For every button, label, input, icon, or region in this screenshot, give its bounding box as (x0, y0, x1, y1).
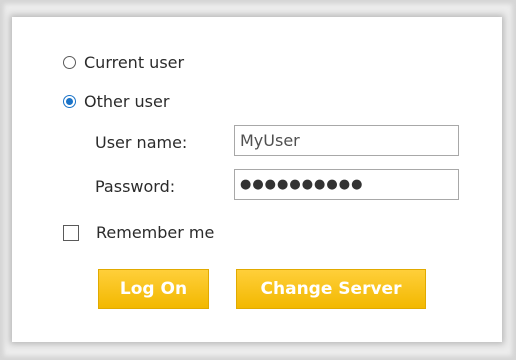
username-row: User name: (95, 133, 187, 152)
username-input[interactable]: MyUser (234, 125, 459, 156)
password-input[interactable]: ●●●●●●●●●● (234, 169, 459, 200)
other-user-radio[interactable] (63, 95, 76, 108)
login-screen: Current user Other user User name: MyUse… (0, 0, 516, 360)
log-on-button[interactable]: Log On (98, 269, 209, 309)
password-value: ●●●●●●●●●● (240, 177, 364, 192)
current-user-option[interactable]: Current user (63, 53, 184, 72)
login-dialog: Current user Other user User name: MyUse… (12, 17, 502, 342)
username-value: MyUser (240, 131, 300, 150)
password-row: Password: (95, 177, 175, 196)
current-user-label[interactable]: Current user (84, 53, 184, 72)
username-label: User name: (95, 133, 188, 152)
remember-me-label[interactable]: Remember me (96, 223, 214, 242)
current-user-radio[interactable] (63, 56, 76, 69)
password-label: Password: (95, 177, 176, 196)
change-server-button[interactable]: Change Server (236, 269, 426, 309)
remember-me-checkbox[interactable] (63, 224, 79, 241)
other-user-option[interactable]: Other user (63, 92, 169, 111)
remember-me-option[interactable]: Remember me (63, 223, 214, 242)
other-user-label[interactable]: Other user (84, 92, 169, 111)
